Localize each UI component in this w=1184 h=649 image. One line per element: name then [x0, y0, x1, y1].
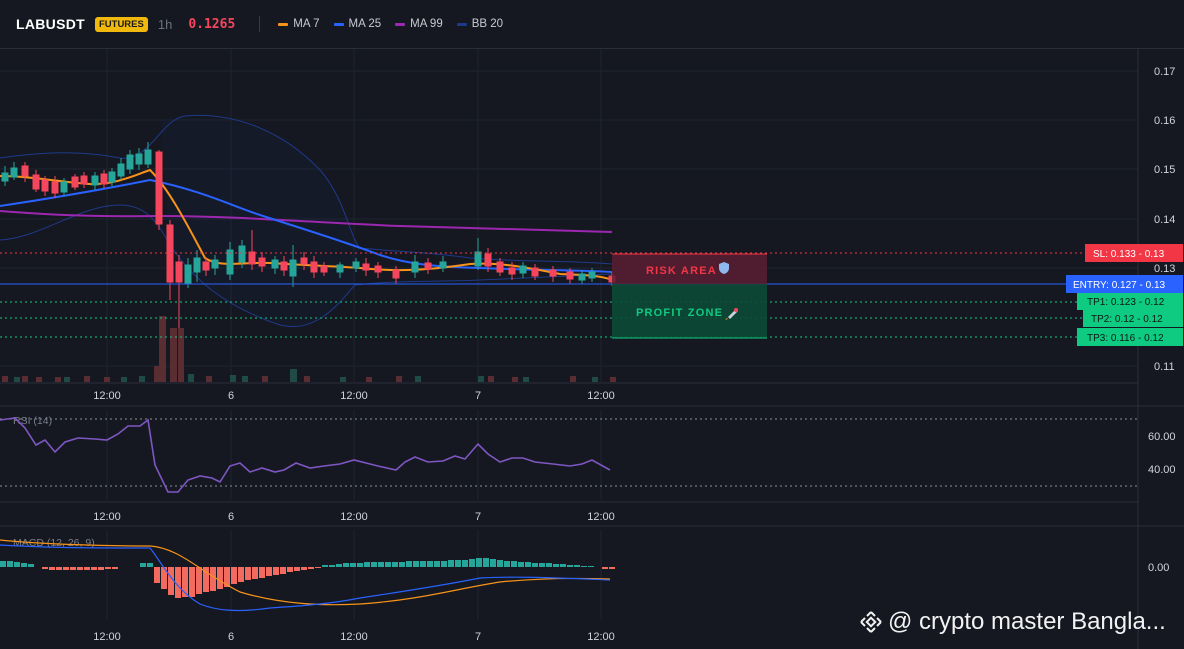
tp3-tag: TP3: 0.116 - 0.12 [1087, 333, 1164, 344]
time-tick: 12:00 [93, 390, 121, 402]
tp1-tag: TP1: 0.123 - 0.12 [1087, 297, 1165, 308]
price-tick: 0.15 [1154, 164, 1175, 176]
chart-canvas[interactable]: RISK AREA PROFIT ZONE 0.17 0.16 0.15 0.1… [0, 0, 1184, 649]
time-tick: 7 [475, 390, 481, 402]
macd-histogram-down [42, 567, 615, 598]
watermark: @ crypto master Bangla... [858, 608, 1166, 636]
time-tick: 12:00 [587, 631, 615, 643]
price-tick: 0.11 [1154, 361, 1175, 373]
time-tick: 12:00 [587, 390, 615, 402]
price-tick: 0.17 [1154, 66, 1175, 78]
profit-zone-label: PROFIT ZONE [636, 307, 723, 319]
rsi-axis-tick: 40.00 [1148, 464, 1176, 476]
level-tags: SL: 0.133 - 0.13 ENTRY: 0.127 - 0.13 TP1… [1066, 244, 1183, 346]
time-tick: 12:00 [340, 511, 368, 523]
risk-area-label: RISK AREA [646, 265, 717, 277]
time-tick: 12:00 [340, 390, 368, 402]
time-tick: 6 [228, 631, 234, 643]
macd-axis-tick: 0.00 [1148, 562, 1169, 574]
entry-tag: ENTRY: 0.127 - 0.13 [1073, 280, 1166, 291]
time-tick: 6 [228, 390, 234, 402]
macd-line [0, 544, 611, 612]
risk-area-zone[interactable]: RISK AREA [612, 253, 767, 284]
price-tick: 0.14 [1154, 214, 1175, 226]
time-tick: 12:00 [93, 511, 121, 523]
profit-zone[interactable]: PROFIT ZONE [612, 284, 767, 339]
rsi-axis-tick: 60.00 [1148, 431, 1176, 443]
macd-signal-line [0, 539, 611, 606]
time-axis-main[interactable]: 12:00 6 12:00 7 12:00 [93, 390, 615, 402]
time-tick: 7 [475, 631, 481, 643]
volume-bars [2, 316, 616, 382]
binance-logo-icon [860, 611, 882, 633]
time-axis-rsi[interactable]: 12:00 6 12:00 7 12:00 [93, 511, 615, 523]
time-tick: 12:00 [340, 631, 368, 643]
macd-panel[interactable]: MACD (12, 26, 9) 0.00 [0, 537, 1169, 612]
sl-tag: SL: 0.133 - 0.13 [1093, 249, 1165, 260]
tp2-tag: TP2: 0.12 - 0.12 [1091, 314, 1163, 325]
macd-histogram-up [0, 558, 594, 567]
price-tick: 0.16 [1154, 115, 1175, 127]
watermark-text: @ crypto master Bangla... [888, 608, 1166, 635]
time-tick: 6 [228, 511, 234, 523]
rsi-panel[interactable]: RSI (14) 60.00 40.00 [0, 415, 1176, 493]
price-tick: 0.13 [1154, 263, 1175, 275]
time-tick: 12:00 [587, 511, 615, 523]
time-tick: 7 [475, 511, 481, 523]
rsi-line [0, 417, 611, 493]
time-tick: 12:00 [93, 631, 121, 643]
time-axis-macd[interactable]: 12:00 6 12:00 7 12:00 [93, 631, 615, 643]
